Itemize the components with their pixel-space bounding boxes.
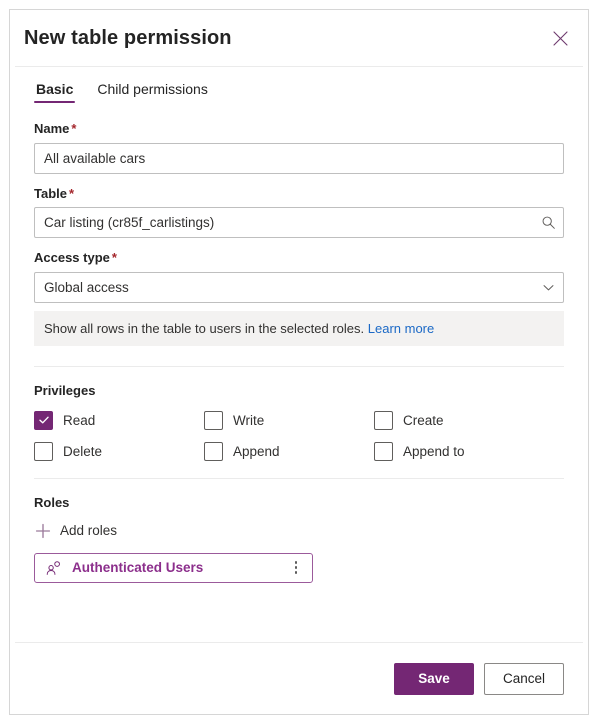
checkbox-append-to[interactable] <box>374 441 393 461</box>
more-dot <box>294 571 298 574</box>
roles-divider <box>34 477 564 479</box>
dialog-body: Name* Table* Access type* <box>10 105 588 642</box>
add-roles-label: Add roles <box>60 523 118 539</box>
privilege-append-to[interactable]: Append to <box>374 441 564 461</box>
access-type-select[interactable] <box>34 271 564 303</box>
privilege-label-create: Create <box>403 412 444 428</box>
access-type-info-banner: Show all rows in the table to users in t… <box>34 310 564 347</box>
checkbox-read[interactable] <box>34 410 53 430</box>
privilege-label-delete: Delete <box>63 443 103 459</box>
access-type-label: Access type * <box>34 250 564 266</box>
privileges-divider <box>34 366 564 368</box>
privilege-label-append-to: Append to <box>403 443 465 459</box>
checkbox-delete[interactable] <box>34 441 53 461</box>
name-label: Name * <box>34 121 564 137</box>
privileges-title: Privileges <box>34 383 96 399</box>
name-required-marker: * <box>71 121 77 136</box>
plus-icon <box>34 523 51 540</box>
role-chip-label: Authenticated Users <box>72 560 204 575</box>
privilege-write[interactable]: Write <box>204 410 374 430</box>
name-input[interactable] <box>34 142 564 174</box>
table-input[interactable] <box>34 207 564 239</box>
name-input-wrap <box>34 142 564 174</box>
more-dot <box>294 566 298 569</box>
table-input-wrap <box>34 207 564 239</box>
learn-more-link[interactable]: Learn more <box>368 321 434 336</box>
table-label-text: Table <box>34 185 67 201</box>
table-label: Table * <box>34 186 564 202</box>
checkbox-append[interactable] <box>204 441 223 461</box>
save-button[interactable]: Save <box>394 662 474 695</box>
dialog-header: New table permission <box>10 10 588 66</box>
cancel-button[interactable]: Cancel <box>484 662 564 695</box>
person-icon <box>45 559 62 576</box>
more-dot <box>294 561 298 564</box>
privilege-label-read: Read <box>63 412 96 428</box>
field-access-type: Access type * <box>34 250 564 303</box>
chevron-down-icon[interactable] <box>540 279 556 295</box>
privilege-create[interactable]: Create <box>374 410 564 430</box>
add-roles-button[interactable]: Add roles <box>34 523 117 540</box>
page-title: New table permission <box>24 27 232 49</box>
privilege-append[interactable]: Append <box>204 441 374 461</box>
info-banner-text: Show all rows in the table to users in t… <box>44 320 365 336</box>
tab-basic[interactable]: Basic <box>34 82 76 105</box>
privilege-read[interactable]: Read <box>34 410 204 430</box>
role-chip-authenticated-users[interactable]: Authenticated Users <box>34 552 313 583</box>
checkbox-write[interactable] <box>204 410 223 430</box>
field-table: Table * <box>34 186 564 239</box>
table-required-marker: * <box>69 185 75 201</box>
close-icon <box>552 30 568 46</box>
access-type-label-text: Access type <box>34 250 110 266</box>
more-vertical-icon[interactable] <box>288 559 304 577</box>
search-icon[interactable] <box>540 215 556 231</box>
new-table-permission-dialog: New table permission Basic Child permiss… <box>9 9 589 715</box>
tab-list: Basic Child permissions <box>10 67 588 105</box>
access-type-required-marker: * <box>111 250 117 266</box>
dialog-footer: Save Cancel <box>15 642 583 714</box>
tab-child-permissions[interactable]: Child permissions <box>95 82 209 105</box>
privileges-grid: Read Write Create Delete Append Append t… <box>34 410 564 461</box>
name-label-text: Name <box>34 121 70 136</box>
close-button[interactable] <box>546 24 574 52</box>
privilege-label-write: Write <box>233 412 265 428</box>
access-type-input-wrap <box>34 271 564 303</box>
roles-title: Roles <box>34 494 70 510</box>
privilege-delete[interactable]: Delete <box>34 441 204 461</box>
field-name: Name * <box>34 121 564 174</box>
privilege-label-append: Append <box>233 443 280 459</box>
checkbox-create[interactable] <box>374 410 393 430</box>
